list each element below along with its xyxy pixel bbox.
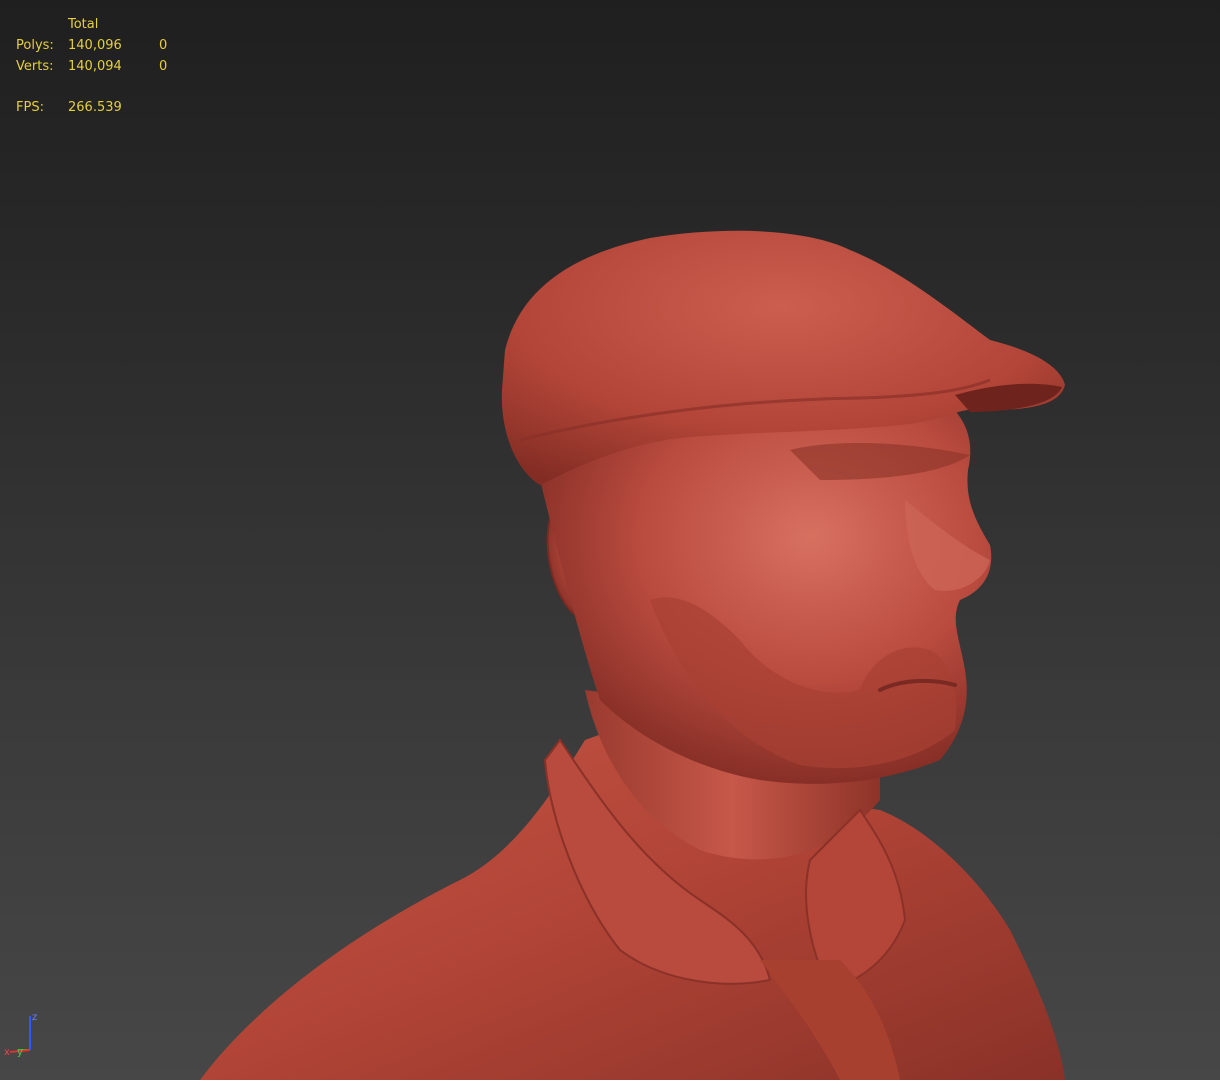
sculpt-bust-model[interactable] [0,0,1220,1080]
polys-selected-value: 0 [159,38,168,53]
stats-total-header: Total [68,17,99,32]
polys-label: Polys: [16,38,54,53]
y-axis-label: y [17,1047,23,1058]
verts-selected-value: 0 [159,59,168,74]
z-axis-label: z [32,1012,37,1023]
polys-total-value: 140,096 [68,38,122,53]
verts-label: Verts: [16,59,54,74]
axis-gizmo-icon: z y x [4,1012,37,1058]
x-axis-label: x [4,1047,10,1058]
verts-total-value: 140,094 [68,59,122,74]
3d-viewport[interactable]: Total Polys: 140,096 0 Verts: 140,094 0 … [0,0,1220,1080]
fps-value: 266.539 [68,100,122,115]
fps-label: FPS: [16,100,44,115]
